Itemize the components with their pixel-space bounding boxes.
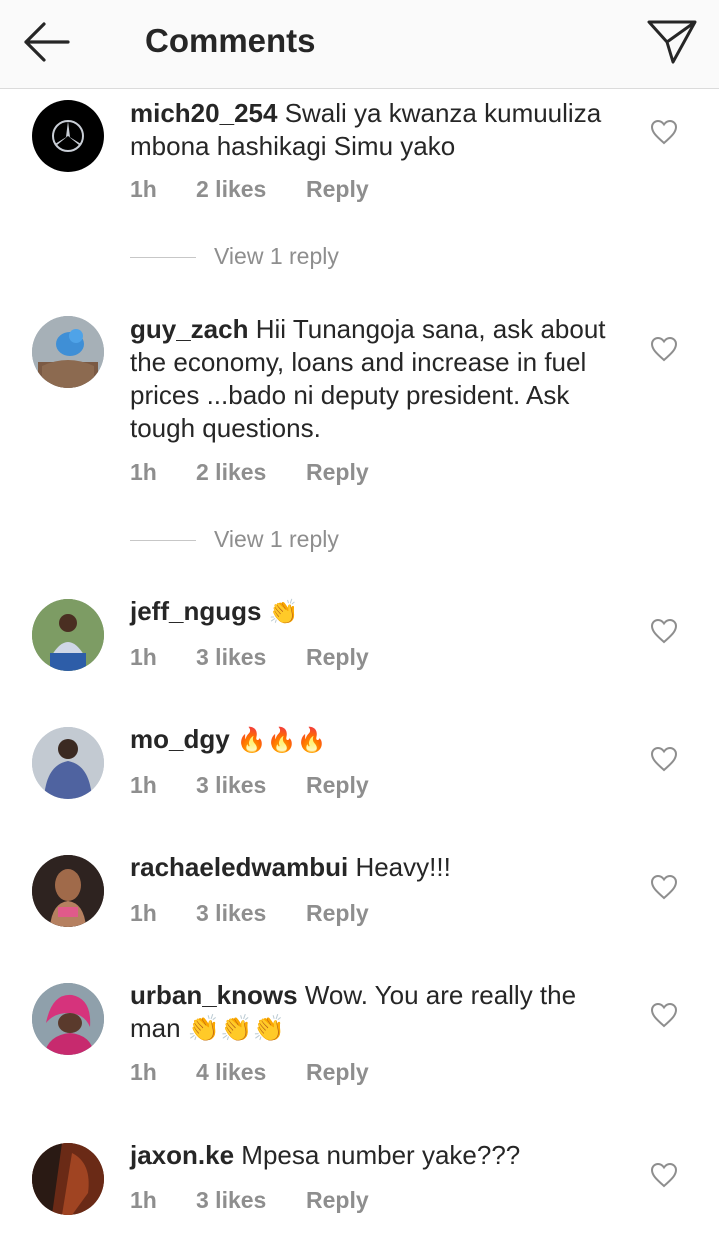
person-photo-icon (32, 1143, 104, 1215)
like-button[interactable] (650, 336, 678, 362)
comment-time: 1h (130, 176, 157, 202)
comment-text: 👏 (268, 598, 299, 626)
comment-text: Heavy!!! (355, 852, 451, 882)
arrow-left-icon (24, 22, 70, 62)
avatar[interactable] (32, 100, 104, 172)
person-photo-icon (32, 727, 104, 799)
mercedes-logo-icon (52, 120, 84, 152)
paper-plane-icon (647, 20, 697, 64)
view-replies-label: View 1 reply (214, 243, 339, 269)
comment-time: 1h (130, 1187, 157, 1213)
comment-likes[interactable]: 2 likes (196, 459, 266, 486)
reply-button[interactable]: Reply (306, 1059, 369, 1086)
comment-username[interactable]: jeff_ngugs (130, 596, 261, 626)
comment-likes[interactable]: 3 likes (196, 900, 266, 927)
comment-time: 1h (130, 459, 157, 485)
heart-outline-icon (650, 618, 678, 644)
reply-button[interactable]: Reply (306, 644, 369, 671)
comment-likes[interactable]: 3 likes (196, 1187, 266, 1214)
like-button[interactable] (650, 1162, 678, 1188)
back-button[interactable] (18, 16, 74, 68)
person-photo-icon (32, 599, 104, 671)
divider-line (130, 257, 196, 258)
avatar[interactable] (32, 599, 104, 671)
person-photo-icon (32, 855, 104, 927)
heart-outline-icon (650, 336, 678, 362)
avatar[interactable] (32, 316, 104, 388)
comment-text: 🔥🔥🔥 (236, 726, 327, 754)
comment-username[interactable]: guy_zach (130, 314, 249, 344)
comment-username[interactable]: urban_knows (130, 980, 298, 1010)
person-photo-icon (32, 983, 104, 1055)
comment-likes[interactable]: 3 likes (196, 772, 266, 799)
like-button[interactable] (650, 1002, 678, 1028)
comment-username[interactable]: rachaeledwambui (130, 852, 348, 882)
like-button[interactable] (650, 746, 678, 772)
reply-button[interactable]: Reply (306, 900, 369, 927)
comment-username[interactable]: jaxon.ke (130, 1140, 234, 1170)
comment-time: 1h (130, 772, 157, 798)
reply-button[interactable]: Reply (306, 772, 369, 799)
like-button[interactable] (650, 874, 678, 900)
heart-outline-icon (650, 874, 678, 900)
view-replies-button[interactable]: View 1 reply (130, 243, 530, 273)
comment-username[interactable]: mo_dgy (130, 724, 230, 754)
heart-outline-icon (650, 746, 678, 772)
header-bar: Comments (0, 0, 719, 89)
comment-likes[interactable]: 3 likes (196, 644, 266, 671)
divider-line (130, 540, 196, 541)
reply-button[interactable]: Reply (306, 1187, 369, 1214)
like-button[interactable] (650, 119, 678, 145)
comment-likes[interactable]: 4 likes (196, 1059, 266, 1086)
like-button[interactable] (650, 618, 678, 644)
avatar[interactable] (32, 983, 104, 1055)
view-replies-button[interactable]: View 1 reply (130, 526, 530, 556)
avatar[interactable] (32, 1143, 104, 1215)
bird-photo-icon (32, 316, 104, 388)
avatar[interactable] (32, 855, 104, 927)
heart-outline-icon (650, 1002, 678, 1028)
comment-time: 1h (130, 644, 157, 670)
page-title: Comments (145, 22, 316, 59)
comment-username[interactable]: mich20_254 (130, 98, 277, 128)
comment-time: 1h (130, 900, 157, 926)
avatar[interactable] (32, 727, 104, 799)
share-button[interactable] (645, 14, 699, 68)
reply-button[interactable]: Reply (306, 176, 369, 203)
heart-outline-icon (650, 1162, 678, 1188)
comment-likes[interactable]: 2 likes (196, 176, 266, 203)
comment-text: Mpesa number yake??? (241, 1140, 521, 1170)
comment-time: 1h (130, 1059, 157, 1085)
heart-outline-icon (650, 119, 678, 145)
reply-button[interactable]: Reply (306, 459, 369, 486)
view-replies-label: View 1 reply (214, 526, 339, 552)
